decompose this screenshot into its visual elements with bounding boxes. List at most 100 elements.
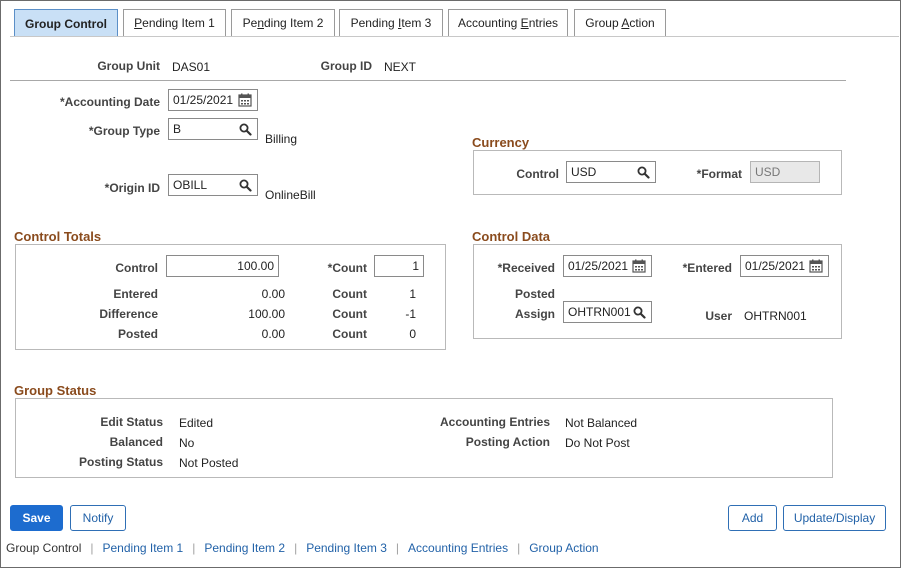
control-totals-count-label: *Count	[327, 261, 367, 275]
save-button[interactable]: Save	[10, 505, 63, 531]
group-type-description: Billing	[265, 132, 298, 146]
search-icon[interactable]	[237, 177, 253, 193]
origin-id-label: *Origin ID	[104, 181, 160, 195]
calendar-icon[interactable]	[237, 92, 253, 108]
currency-format-value: USD	[755, 165, 781, 179]
bottom-link-pending-item-2[interactable]: Pending Item 2	[204, 541, 285, 555]
tab-label: Pending Item 3	[350, 16, 432, 30]
difference-label: Difference	[99, 307, 158, 321]
currency-title: Currency	[472, 135, 530, 150]
origin-id-description: OnlineBill	[265, 188, 316, 202]
assign-label: Assign	[514, 307, 555, 321]
posted-count-label: Count	[332, 327, 367, 341]
entered-date-label: *Entered	[682, 261, 732, 275]
link-separator: |	[192, 541, 196, 555]
update-display-button[interactable]: Update/Display	[783, 505, 886, 531]
difference-value: 100.00	[248, 307, 285, 321]
accounting-date-label: *Accounting Date	[59, 95, 160, 109]
received-label: *Received	[497, 261, 555, 275]
calendar-icon[interactable]	[631, 258, 647, 274]
user-value: OHTRN001	[744, 309, 807, 323]
balanced-value: No	[179, 436, 195, 450]
bottom-link-pending-item-3[interactable]: Pending Item 3	[306, 541, 387, 555]
tab-group-action[interactable]: Group Action	[574, 9, 666, 36]
currency-format-label: *Format	[696, 167, 742, 181]
tab-accounting-entries[interactable]: Accounting Entries	[448, 9, 568, 36]
received-date-value: 01/25/2021	[568, 259, 629, 273]
tab-label: Pending Item 1	[134, 16, 215, 30]
notify-button[interactable]: Notify	[70, 505, 126, 531]
group-type-input[interactable]: B	[168, 118, 258, 140]
control-totals-control-value: 100.00	[237, 259, 274, 273]
tab-group-control[interactable]: Group Control	[14, 9, 118, 37]
assign-value: OHTRN001	[568, 305, 631, 319]
bottom-link-group-control: Group Control	[6, 541, 82, 555]
control-totals-control-label: Control	[115, 261, 158, 275]
entered-date-input[interactable]: 01/25/2021	[740, 255, 829, 277]
tab-label: Group Action	[585, 16, 655, 30]
entered-count-label: Count	[332, 287, 367, 301]
control-totals-count-input[interactable]: 1	[374, 255, 424, 277]
entered-label: Entered	[113, 287, 158, 301]
currency-control-input[interactable]: USD	[566, 161, 656, 183]
posted-label: Posted	[117, 327, 158, 341]
accounting-date-input[interactable]: 01/25/2021	[168, 89, 258, 111]
posting-action-value: Do Not Post	[565, 436, 630, 450]
edit-status-value: Edited	[179, 416, 214, 430]
difference-count-value: -1	[405, 307, 416, 321]
tab-label: Pending Item 2	[242, 16, 324, 30]
group-unit-value: DAS01	[172, 60, 211, 74]
origin-id-value: OBILL	[173, 178, 208, 192]
link-separator: |	[395, 541, 400, 555]
tab-baseline	[10, 36, 899, 37]
received-date-input[interactable]: 01/25/2021	[563, 255, 652, 277]
bottom-link-group-action[interactable]: Group Action	[529, 541, 598, 555]
currency-format-input: USD	[750, 161, 820, 183]
edit-status-label: Edit Status	[100, 415, 163, 429]
group-status-title: Group Status	[14, 383, 97, 398]
bottom-page-links: Group Control | Pending Item 1 | Pending…	[6, 541, 599, 555]
posted-value: 0.00	[261, 327, 285, 341]
tab-pending-item-3[interactable]: Pending Item 3	[339, 9, 443, 36]
difference-count-label: Count	[332, 307, 367, 321]
tab-pending-item-2[interactable]: Pending Item 2	[231, 9, 335, 36]
currency-control-label: Control	[516, 167, 559, 181]
link-separator: |	[90, 541, 94, 555]
posting-action-label: Posting Action	[465, 435, 550, 449]
tab-label: Group Control	[25, 16, 107, 31]
group-type-value: B	[173, 122, 182, 136]
header-divider	[10, 80, 846, 81]
bottom-link-pending-item-1[interactable]: Pending Item 1	[103, 541, 184, 555]
accounting-entries-value: Not Balanced	[565, 416, 638, 430]
currency-control-value: USD	[571, 165, 597, 179]
search-icon[interactable]	[635, 164, 651, 180]
entered-date-value: 01/25/2021	[745, 259, 806, 273]
search-icon[interactable]	[631, 304, 647, 320]
posting-status-value: Not Posted	[179, 456, 239, 470]
control-data-title: Control Data	[472, 229, 550, 244]
search-icon[interactable]	[237, 121, 253, 137]
add-button[interactable]: Add	[728, 505, 777, 531]
link-separator: |	[294, 541, 298, 555]
control-totals-count-value: 1	[412, 259, 419, 273]
group-id-label: Group ID	[320, 59, 372, 73]
tab-label: Accounting Entries	[457, 16, 559, 30]
bottom-link-accounting-entries[interactable]: Accounting Entries	[408, 541, 508, 555]
entered-value: 0.00	[261, 287, 285, 301]
entered-count-value: 1	[409, 287, 416, 301]
posted-count-value: 0	[409, 327, 416, 341]
link-separator: |	[517, 541, 521, 555]
calendar-icon[interactable]	[808, 258, 824, 274]
control-data-posted-label: Posted	[514, 287, 555, 301]
posting-status-label: Posting Status	[78, 455, 163, 469]
accounting-date-value: 01/25/2021	[173, 93, 234, 107]
group-type-label: *Group Type	[88, 124, 160, 138]
assign-input[interactable]: OHTRN001	[563, 301, 652, 323]
balanced-label: Balanced	[109, 435, 163, 449]
group-unit-label: Group Unit	[97, 59, 160, 73]
control-totals-title: Control Totals	[14, 229, 102, 244]
tab-pending-item-1[interactable]: Pending Item 1	[123, 9, 226, 36]
accounting-entries-label: Accounting Entries	[439, 415, 550, 429]
origin-id-input[interactable]: OBILL	[168, 174, 258, 196]
control-totals-control-input[interactable]: 100.00	[166, 255, 279, 277]
